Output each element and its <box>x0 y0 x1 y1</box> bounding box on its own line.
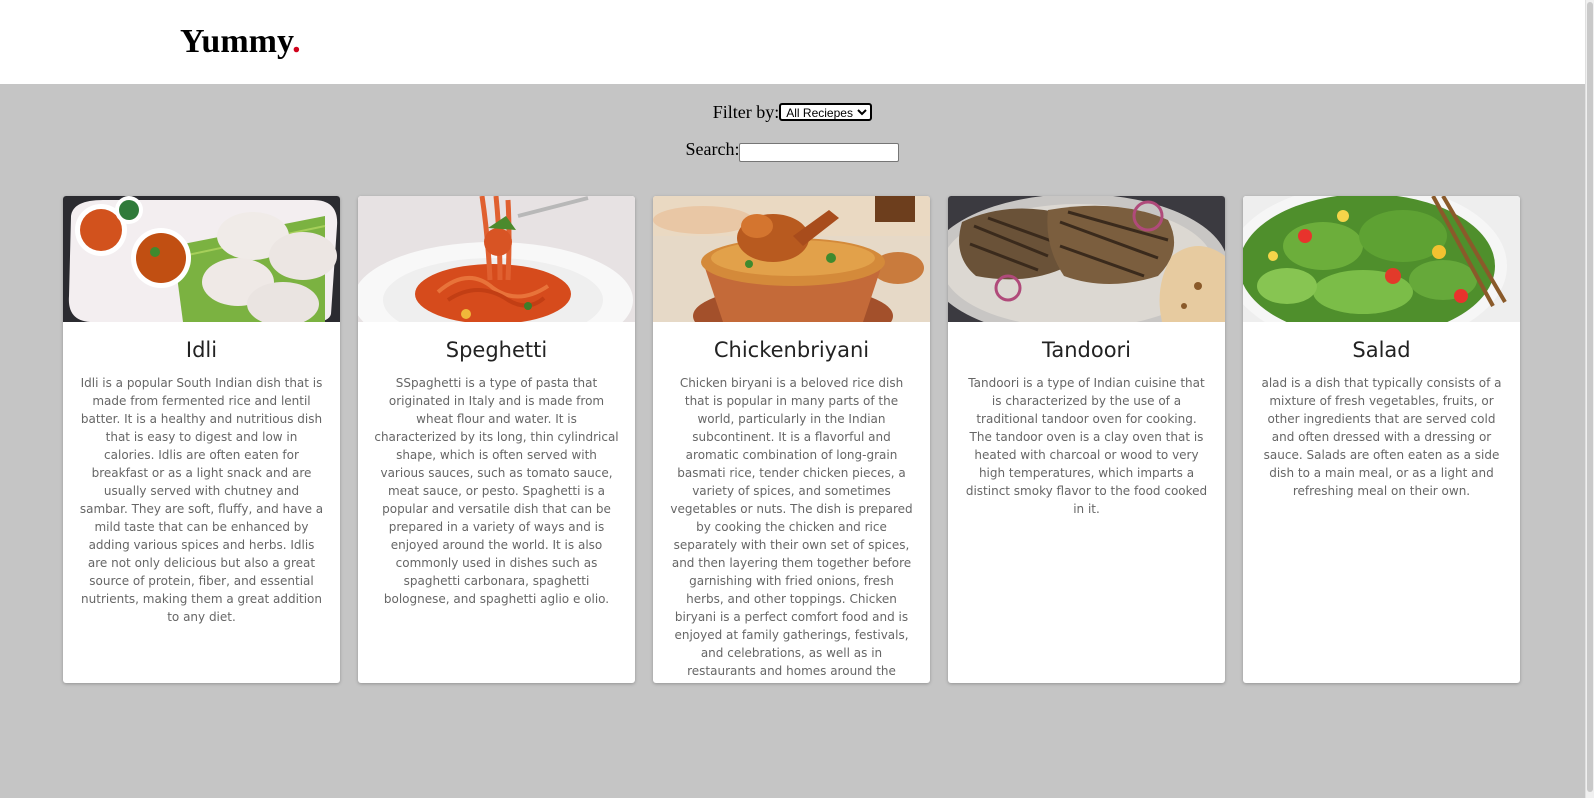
recipe-card-salad[interactable]: Salad alad is a dish that typically cons… <box>1243 196 1520 683</box>
spaghetti-photo <box>358 196 635 322</box>
card-title: Chickenbriyani <box>713 338 870 362</box>
recipe-card-chickenbriyani[interactable]: Chickenbriyani Chicken biryani is a belo… <box>653 196 930 683</box>
salad-photo <box>1243 196 1520 322</box>
card-title: Tandoori <box>1041 338 1132 362</box>
idli-photo <box>63 196 340 322</box>
card-title: Idli <box>185 338 218 362</box>
scrollbar-thumb[interactable] <box>1587 2 1593 792</box>
biryani-photo <box>653 196 930 322</box>
card-title: Speghetti <box>445 338 548 362</box>
search-row: Search: <box>0 137 1585 162</box>
page-scrollbar[interactable] <box>1585 0 1594 798</box>
filter-select[interactable]: All Reciepes <box>779 103 873 121</box>
card-description: Tandoori is a type of Indian cuisine tha… <box>965 376 1208 516</box>
logo-dot: . <box>292 23 301 60</box>
tandoori-photo <box>948 196 1225 322</box>
logo-text: Yummy <box>180 23 293 60</box>
recipe-card-tandoori[interactable]: Tandoori Tandoori is a type of Indian cu… <box>948 196 1225 683</box>
card-description: alad is a dish that typically consists o… <box>1261 376 1502 498</box>
card-description: SSpaghetti is a type of pasta that origi… <box>374 376 619 606</box>
recipe-grid: Idli Idli is a popular South Indian dish… <box>63 196 1523 683</box>
card-description: Chicken biryani is a beloved rice dish t… <box>670 376 913 683</box>
card-description: Idli is a popular South Indian dish that… <box>79 376 324 624</box>
recipe-card-speghetti[interactable]: Speghetti SSpaghetti is a type of pasta … <box>358 196 635 683</box>
search-input[interactable] <box>739 143 900 162</box>
site-header: Yummy. <box>0 0 1585 84</box>
card-title: Salad <box>1352 338 1411 362</box>
search-label: Search: <box>685 139 740 159</box>
filter-row: Filter by: All Reciepes <box>0 100 1585 124</box>
filter-label: Filter by: <box>712 102 780 122</box>
recipe-card-idli[interactable]: Idli Idli is a popular South Indian dish… <box>63 196 340 683</box>
site-logo[interactable]: Yummy. <box>180 20 301 64</box>
